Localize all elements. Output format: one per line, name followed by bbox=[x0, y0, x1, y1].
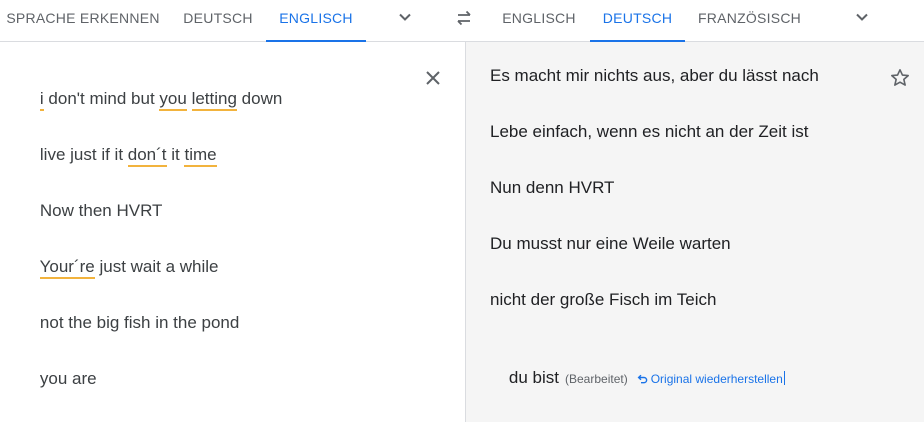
source-text: Now then HVRT bbox=[39, 201, 163, 220]
text-cursor bbox=[783, 371, 785, 385]
restore-original-link[interactable]: Original wiederherstellen bbox=[636, 372, 783, 386]
source-text: just wait a while bbox=[94, 257, 219, 276]
tab-target-franzoesisch[interactable]: FRANZÖSISCH bbox=[692, 0, 807, 42]
translation-line[interactable]: Es macht mir nichts aus, aber du lässt n… bbox=[490, 65, 819, 87]
tab-source-englisch[interactable]: ENGLISCH bbox=[266, 0, 366, 42]
language-bar: SPRACHE ERKENNEN DEUTSCH ENGLISCH ENGLIS… bbox=[0, 0, 924, 42]
source-text: don't mind but bbox=[43, 89, 160, 108]
spelling-suggestion[interactable]: you bbox=[159, 89, 187, 111]
translation-line[interactable]: nicht der große Fisch im Teich bbox=[490, 289, 716, 311]
translation-line-edited[interactable]: du bist (Bearbeitet) Original wiederherste… bbox=[490, 345, 785, 412]
chevron-down-icon bbox=[399, 13, 411, 21]
source-text bbox=[187, 89, 192, 108]
source-line[interactable]: you are bbox=[21, 346, 97, 412]
more-source-languages-button[interactable] bbox=[392, 4, 418, 30]
source-text: down bbox=[236, 89, 283, 108]
star-icon bbox=[891, 69, 909, 86]
swap-languages-button[interactable] bbox=[450, 4, 478, 32]
clear-source-button[interactable] bbox=[417, 62, 449, 94]
chevron-down-icon bbox=[856, 13, 868, 21]
source-text: not the big fish in the pond bbox=[39, 313, 240, 332]
translation-text[interactable]: du bist bbox=[509, 368, 559, 387]
save-translation-button[interactable] bbox=[887, 65, 913, 91]
translation-line[interactable]: Nun denn HVRT bbox=[490, 177, 614, 199]
tab-detect-language[interactable]: SPRACHE ERKENNEN bbox=[0, 0, 166, 42]
translation-area: Es macht mir nichts aus, aber du lässt n… bbox=[466, 42, 924, 422]
restore-original-label[interactable]: Original wiederherstellen bbox=[651, 372, 783, 386]
undo-icon bbox=[637, 374, 647, 384]
source-text: you are bbox=[39, 369, 97, 388]
swap-icon bbox=[457, 10, 471, 26]
translation-line[interactable]: Du musst nur eine Weile warten bbox=[490, 233, 731, 255]
source-text-area[interactable]: i don't mind but you letting down live j… bbox=[0, 42, 465, 422]
tab-source-deutsch[interactable]: DEUTSCH bbox=[174, 0, 262, 42]
spelling-suggestion[interactable]: time bbox=[184, 145, 217, 167]
source-text: live just if it bbox=[39, 145, 128, 164]
spelling-suggestion[interactable]: letting bbox=[191, 89, 237, 111]
edited-label: (Bearbeitet) bbox=[565, 372, 628, 386]
close-icon bbox=[426, 71, 440, 85]
source-text: it bbox=[166, 145, 185, 164]
spelling-suggestion[interactable]: Your´re bbox=[39, 257, 95, 279]
spelling-suggestion[interactable]: don´t bbox=[127, 145, 167, 167]
tab-target-englisch[interactable]: ENGLISCH bbox=[494, 0, 584, 42]
translation-line[interactable]: Lebe einfach, wenn es nicht an der Zeit … bbox=[490, 121, 808, 143]
tab-target-deutsch[interactable]: DEUTSCH bbox=[590, 0, 685, 42]
more-target-languages-button[interactable] bbox=[849, 4, 875, 30]
